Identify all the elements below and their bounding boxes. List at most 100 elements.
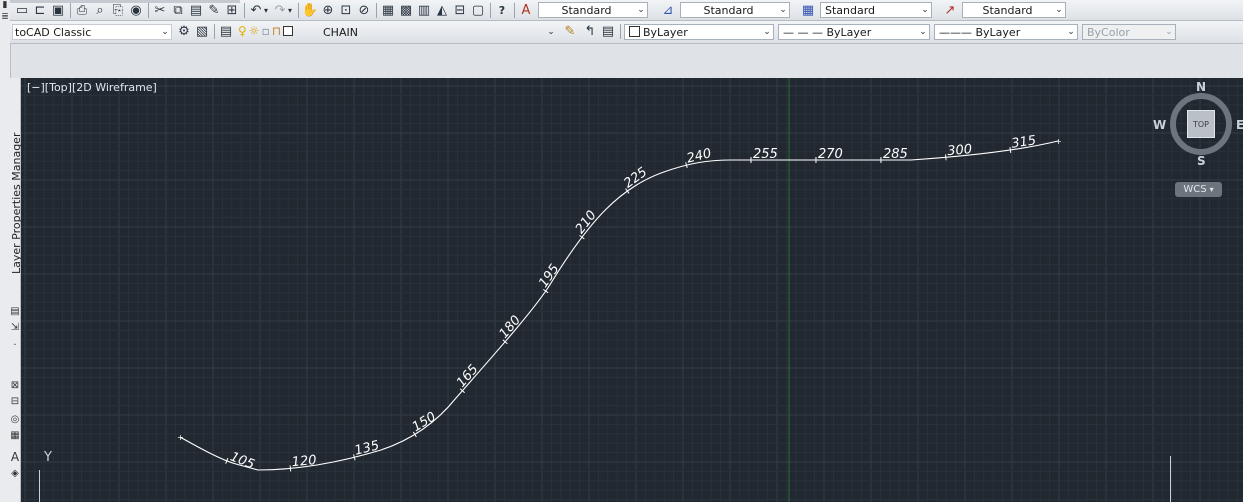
drawing-viewport[interactable]: [−][Top][2D Wireframe] 105 120 135 150 165 18… [21, 78, 1243, 502]
station-label[interactable]: 240 [685, 146, 713, 166]
station-label[interactable]: 225 [621, 165, 650, 192]
color-swatch [629, 25, 640, 37]
clean-screen-icon[interactable]: ▧ [194, 24, 210, 39]
tool-palettes-icon[interactable]: ▥ [416, 3, 432, 18]
station-label[interactable]: 195 [536, 262, 562, 291]
station-label[interactable]: 180 [497, 313, 525, 342]
text-icon[interactable]: A [10, 450, 20, 464]
palette-grip-icon[interactable]: ▮ [1, 0, 9, 10]
station-label[interactable]: 300 [947, 142, 973, 159]
layer-merge-icon[interactable]: ◈ [10, 468, 20, 479]
new-icon[interactable]: ▭ [14, 3, 30, 18]
chevron-down-icon[interactable]: ⌄ [918, 5, 931, 15]
compass-south[interactable]: S [1197, 154, 1206, 168]
text-style-icon[interactable]: A [518, 3, 534, 18]
lineweight-value: ——— ByLayer [939, 25, 1021, 39]
3d-print-icon[interactable]: ◉ [128, 3, 144, 18]
chevron-down-icon[interactable]: ⌄ [158, 27, 171, 37]
plot-style-combo[interactable]: ByColor ⌄ [1082, 24, 1176, 40]
layer-status-icons[interactable]: ♀ ☼ ▫ ⊓ [238, 24, 294, 38]
layer-combo[interactable]: CHAIN ⌄ [322, 24, 558, 40]
layer-state-manager-icon[interactable]: ▤ [600, 24, 616, 39]
alignment-polyline[interactable] [179, 140, 1059, 471]
chevron-down-icon[interactable]: ⌄ [760, 27, 773, 37]
chevron-down-icon[interactable]: ⌄ [916, 27, 929, 37]
chevron-down-icon[interactable]: ⌄ [544, 27, 557, 37]
layer-on-icon[interactable]: ♀ [238, 24, 247, 38]
properties-icon[interactable]: ▦ [380, 3, 396, 18]
chevron-down-icon[interactable]: ⌄ [634, 5, 647, 15]
zoom-realtime-icon[interactable]: ⊕ [320, 3, 336, 18]
zoom-previous-icon[interactable]: ⊘ [356, 3, 372, 18]
text-style-combo[interactable]: Standard ⌄ [538, 2, 648, 18]
open-icon[interactable]: ⊏ [32, 3, 48, 18]
station-label[interactable]: 105 [228, 450, 257, 473]
undo-dropdown-icon[interactable]: ▾ [262, 3, 270, 18]
layer-viewport-icon[interactable]: ▫ [262, 24, 270, 38]
color-combo[interactable]: ByLayer ⌄ [624, 24, 774, 40]
station-label[interactable]: 210 [573, 208, 600, 237]
compass-north[interactable]: N [1196, 80, 1206, 94]
chevron-down-icon[interactable]: ⌄ [1052, 5, 1065, 15]
chevron-down-icon[interactable]: ⌄ [776, 5, 789, 15]
redo-dropdown-icon[interactable]: ▾ [286, 3, 294, 18]
layer-walk-icon[interactable]: ◎ [10, 414, 20, 425]
layer-previous-icon[interactable]: ↰ [582, 24, 598, 39]
publish-icon[interactable]: ⎘ [110, 3, 126, 18]
sheet-set-icon[interactable]: ◭ [434, 3, 450, 18]
layer-table-icon[interactable]: ▦ [10, 430, 20, 441]
station-label[interactable]: 165 [454, 362, 482, 391]
table-style-icon[interactable]: ▦ [800, 3, 816, 18]
plot-preview-icon[interactable]: ⌕ [92, 3, 108, 18]
station-label[interactable]: 150 [410, 409, 439, 435]
quickcalc-icon[interactable]: ▢ [470, 3, 486, 18]
zoom-window-icon[interactable]: ⊡ [338, 3, 354, 18]
block-editor-icon[interactable]: ⊞ [224, 3, 240, 18]
help-icon[interactable]: ? [494, 3, 510, 18]
match-properties-icon[interactable]: ✎ [206, 3, 222, 18]
station-label[interactable]: 285 [883, 147, 908, 162]
linetype-value: — — — ByLayer [783, 25, 872, 39]
markup-icon[interactable]: ⊟ [452, 3, 468, 18]
dim-style-icon[interactable]: ⊿ [660, 3, 676, 18]
compass-west[interactable]: W [1153, 118, 1166, 132]
layer-thaw-icon[interactable]: ☼ [249, 24, 260, 38]
chevron-down-icon[interactable]: ⌄ [1162, 27, 1175, 37]
design-center-icon[interactable]: ▩ [398, 3, 414, 18]
save-icon[interactable]: ▣ [50, 3, 66, 18]
multileader-style-combo[interactable]: Standard ⌄ [962, 2, 1066, 18]
layer-state-icon[interactable]: ⇲ [10, 322, 20, 333]
copy-icon[interactable]: ⧉ [170, 3, 186, 18]
make-current-icon[interactable]: ✎ [562, 24, 578, 39]
cut-icon[interactable]: ✂ [152, 3, 168, 18]
station-label[interactable]: 255 [753, 147, 778, 162]
layer-dot-icon[interactable]: · [10, 340, 20, 351]
station-label[interactable]: 270 [818, 147, 843, 162]
viewcube-top-face[interactable]: TOP [1187, 110, 1215, 138]
dim-style-combo[interactable]: Standard ⌄ [680, 2, 790, 18]
station-label[interactable]: 135 [353, 438, 381, 459]
linetype-combo[interactable]: — — — ByLayer ⌄ [778, 24, 930, 40]
layer-properties-icon[interactable]: ▤ [218, 24, 234, 39]
chevron-down-icon[interactable]: ⌄ [1064, 27, 1077, 37]
chain-curve[interactable]: 105 120 135 150 165 180 195 210 225 240 255 270 285 3… [21, 78, 1243, 502]
station-label[interactable]: 120 [291, 453, 317, 470]
lineweight-combo[interactable]: ——— ByLayer ⌄ [934, 24, 1078, 40]
paste-icon[interactable]: ▤ [188, 3, 204, 18]
station-label[interactable]: 315 [1010, 133, 1037, 151]
pan-icon[interactable]: ✋ [302, 3, 318, 18]
layer-unisolate-icon[interactable]: ⊟ [10, 396, 20, 407]
layer-palette-strip[interactable]: Layer Properties Manager ▤ ⇲ · ⊠ ⊟ ◎ ▦ A… [10, 78, 23, 502]
palette-menu-icon[interactable]: ≣ [1, 12, 9, 22]
workspace-settings-icon[interactable]: ⚙ [176, 24, 192, 39]
table-style-combo[interactable]: Standard ⌄ [820, 2, 932, 18]
wcs-menu-button[interactable]: WCS ▾ [1175, 182, 1222, 197]
viewcube[interactable]: TOP N S W E [1153, 80, 1243, 168]
compass-east[interactable]: E [1236, 118, 1243, 132]
multileader-style-icon[interactable]: ↗ [942, 3, 958, 18]
workspace-combo[interactable]: toCAD Classic ⌄ [12, 24, 172, 40]
layers-icon[interactable]: ▤ [10, 306, 20, 317]
plot-icon[interactable]: ⎙ [74, 3, 90, 18]
layer-unlock-icon[interactable]: ⊓ [272, 24, 281, 38]
layer-isolate-icon[interactable]: ⊠ [10, 380, 20, 391]
